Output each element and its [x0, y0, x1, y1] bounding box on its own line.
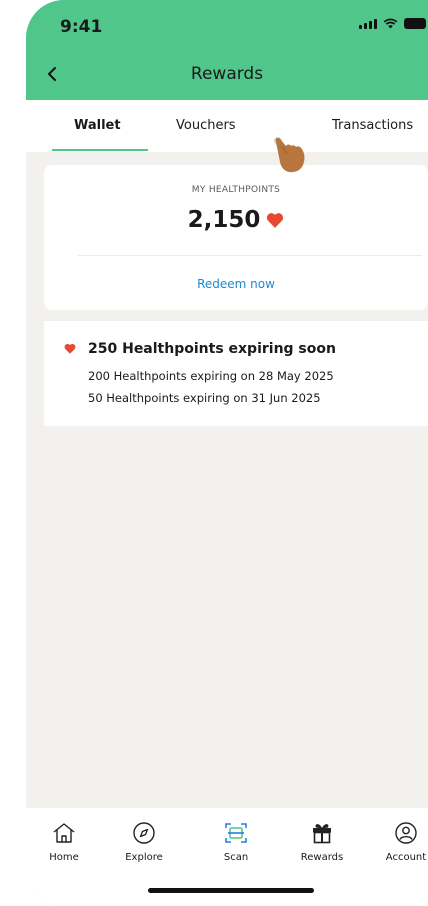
signal-icon: [359, 19, 377, 29]
tab-wallet[interactable]: Wallet: [74, 118, 121, 133]
tab-vouchers[interactable]: Vouchers: [176, 118, 236, 133]
nav-scan-label: Scan: [223, 852, 249, 863]
nav-explore[interactable]: Explore: [114, 820, 174, 863]
app-header: 9:41 Rewards: [26, 0, 428, 100]
expiry-line: 200 Healthpoints expiring on 28 May 2025: [88, 369, 334, 383]
heart-icon: [267, 213, 284, 228]
heart-icon: [64, 343, 76, 354]
redeem-now-link[interactable]: Redeem now: [44, 277, 428, 291]
tab-transactions[interactable]: Transactions: [332, 118, 413, 133]
gift-icon: [313, 824, 331, 844]
nav-home[interactable]: Home: [34, 820, 94, 863]
pointing-hand-icon: [274, 137, 305, 173]
compass-icon: [133, 822, 155, 844]
nav-rewards[interactable]: Rewards: [292, 820, 352, 863]
battery-icon: [404, 18, 426, 29]
card-divider: [78, 255, 422, 256]
nav-account[interactable]: Account: [376, 820, 428, 863]
healthpoints-balance: 2,150: [44, 207, 428, 233]
scan-icon: [225, 823, 247, 843]
active-tab-indicator: [52, 149, 148, 151]
wifi-icon: [383, 18, 398, 29]
nav-scan[interactable]: Scan: [206, 820, 266, 863]
phone-screen: 9:41 Rewards Wallet Vouchers Transaction…: [26, 0, 428, 906]
expiry-line: 50 Healthpoints expiring on 31 Jun 2025: [88, 391, 321, 405]
home-icon: [53, 823, 75, 843]
status-time: 9:41: [60, 17, 103, 37]
nav-rewards-label: Rewards: [300, 852, 344, 863]
healthpoints-label: MY HEALTHPOINTS: [191, 185, 281, 195]
user-icon: [395, 822, 417, 844]
expiry-title: 250 Healthpoints expiring soon: [88, 341, 336, 357]
home-indicator: [148, 888, 314, 893]
page-title: Rewards: [190, 64, 264, 84]
status-icons: [359, 18, 426, 29]
nav-explore-label: Explore: [125, 852, 163, 863]
healthpoints-card: MY HEALTHPOINTS 2,150 Redeem now: [44, 165, 428, 310]
nav-account-label: Account: [385, 852, 427, 863]
expiry-card: 250 Healthpoints expiring soon 200 Healt…: [44, 321, 428, 426]
nav-home-label: Home: [49, 852, 79, 863]
healthpoints-value: 2,150: [187, 207, 261, 233]
tab-bar: Wallet Vouchers Transactions: [26, 100, 428, 152]
